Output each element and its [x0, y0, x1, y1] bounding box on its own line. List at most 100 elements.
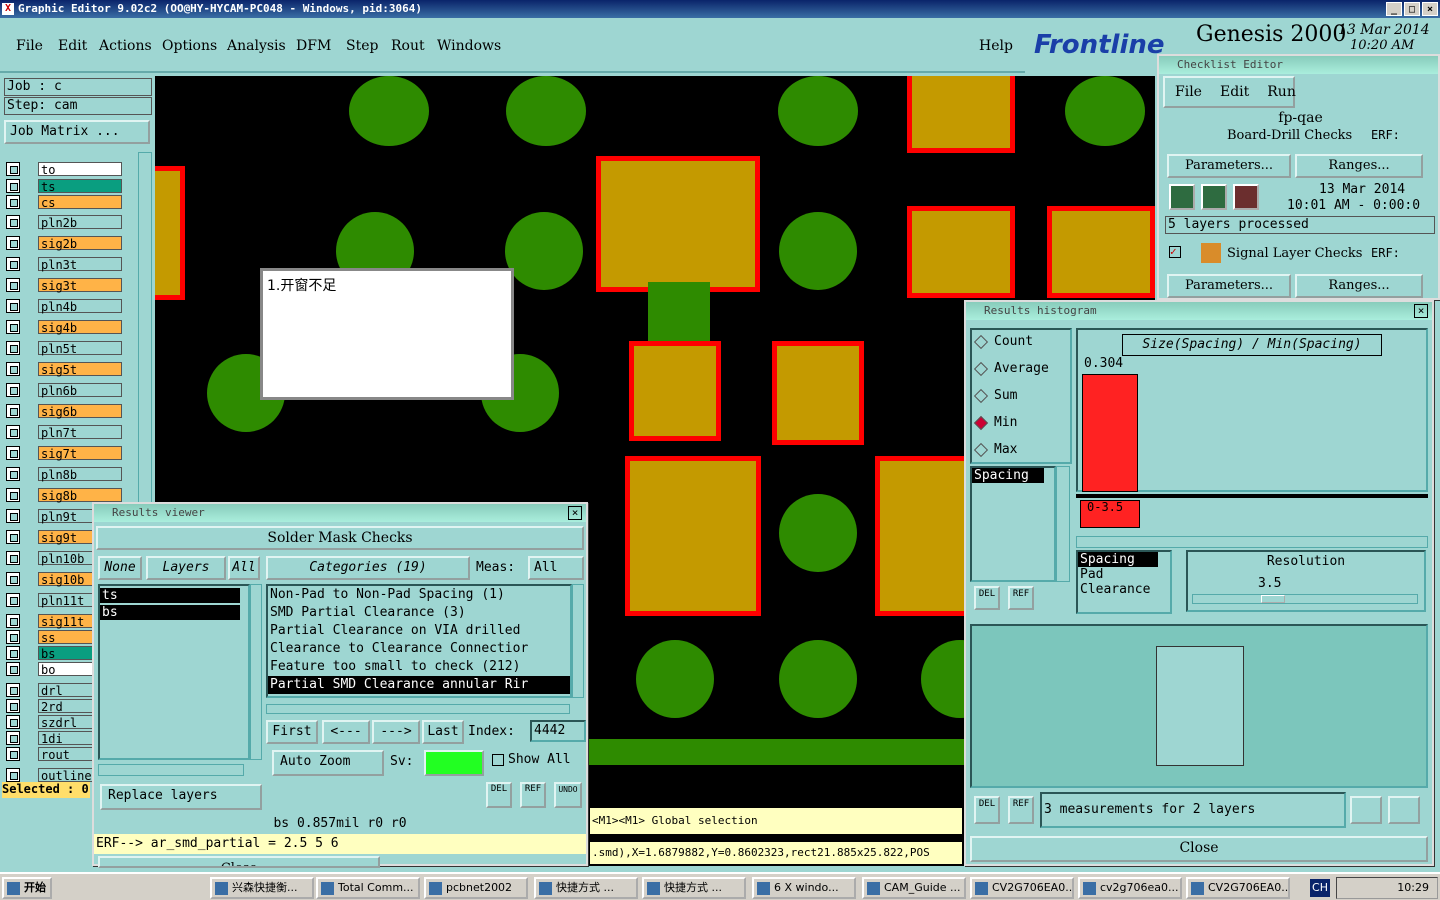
layer-row-pln4b[interactable]: pln4b [6, 298, 122, 314]
checklist-menu-run[interactable]: Run [1267, 84, 1296, 100]
layer-checkbox[interactable] [6, 768, 20, 782]
layer-name[interactable]: sig2b [38, 236, 122, 251]
stat-option-min[interactable]: Min [973, 415, 1017, 430]
layer-name[interactable]: pln2b [38, 215, 122, 230]
layer-checkbox[interactable] [6, 446, 20, 460]
results-close-button[interactable]: Close [98, 856, 380, 868]
layer-checkbox[interactable] [6, 614, 20, 628]
layer-name[interactable]: pln8b [38, 467, 122, 482]
category-hscroll[interactable] [266, 704, 570, 714]
taskbar-item[interactable]: CV2G706EA0... [1186, 877, 1290, 899]
category-item[interactable]: SMD Partial Clearance (3) [268, 604, 570, 622]
radio-icon[interactable] [973, 388, 989, 403]
layer-list-hscroll[interactable] [98, 764, 244, 776]
layer-name[interactable]: sig5t [38, 362, 122, 377]
layer-name[interactable]: sig7t [38, 446, 122, 461]
layer-name[interactable]: pln3t [38, 257, 122, 272]
last-button[interactable]: Last [422, 720, 464, 744]
category-item[interactable]: Feature too small to check (212) [268, 658, 570, 676]
radio-icon[interactable] [973, 442, 989, 457]
language-indicator[interactable]: CH [1310, 879, 1330, 897]
preview-area[interactable] [970, 624, 1428, 788]
taskbar-item[interactable]: 快捷方式 ... [642, 877, 746, 899]
radio-icon[interactable] [973, 415, 989, 430]
stat-option-average[interactable]: Average [973, 361, 1049, 376]
layer-checkbox[interactable] [6, 593, 20, 607]
sv-color-dropdown[interactable] [424, 750, 484, 776]
show-all-checkbox[interactable] [492, 754, 504, 766]
taskbar-item[interactable]: cv2g706ea0... [1078, 877, 1182, 899]
layer-name[interactable]: ts [38, 179, 122, 194]
layer-row-pln6b[interactable]: pln6b [6, 382, 122, 398]
layers-button[interactable]: Layers [146, 556, 226, 580]
category-list[interactable]: Non-Pad to Non-Pad Spacing (1) SMD Partia… [266, 584, 572, 698]
menu-windows[interactable]: Windows [437, 38, 501, 54]
layer-checkbox[interactable] [6, 488, 20, 502]
layer-name[interactable]: pln6b [38, 383, 122, 398]
layer-checkbox[interactable] [6, 299, 20, 313]
histogram-ref-button-2[interactable]: REF [1008, 796, 1034, 824]
index-field[interactable]: 4442 [530, 720, 586, 742]
layer-row-sig4b[interactable]: sig4b [6, 319, 122, 335]
histogram-del-button[interactable]: DEL [974, 586, 1000, 610]
export-icon-1[interactable] [1350, 796, 1382, 824]
layer-name[interactable]: to [38, 162, 122, 177]
histogram-list-1-scroll[interactable] [1056, 466, 1070, 582]
layer-name[interactable]: sig4b [38, 320, 122, 335]
layer-row-sig2b[interactable]: sig2b [6, 235, 122, 251]
result-layer-ts[interactable]: ts [100, 588, 240, 603]
layer-name[interactable]: sig8b [38, 488, 122, 503]
start-button[interactable]: 开始 [2, 877, 52, 899]
result-layer-bs[interactable]: bs [100, 605, 240, 620]
layer-checkbox[interactable] [6, 551, 20, 565]
layer-checkbox[interactable] [6, 404, 20, 418]
menu-file[interactable]: File [16, 38, 43, 54]
auto-zoom-dropdown[interactable]: Auto Zoom [272, 750, 384, 776]
layer-checkbox[interactable] [6, 747, 20, 761]
results-layer-list[interactable]: ts bs [98, 584, 250, 760]
layer-row-sig5t[interactable]: sig5t [6, 361, 122, 377]
layer-name[interactable]: pln5t [38, 341, 122, 356]
layer-row-cs[interactable]: cs [6, 194, 122, 210]
maximize-button[interactable]: □ [1404, 2, 1420, 16]
layer-checkbox[interactable] [6, 383, 20, 397]
ranges-button-1[interactable]: Ranges... [1295, 154, 1423, 178]
run-icon-2[interactable] [1201, 184, 1227, 210]
first-button[interactable]: First [266, 720, 318, 744]
checklist-menu-file[interactable]: File [1175, 84, 1202, 100]
layer-list-scroll[interactable] [250, 584, 262, 760]
checklist-menu-edit[interactable]: Edit [1220, 84, 1249, 100]
stat-option-sum[interactable]: Sum [973, 388, 1017, 403]
histogram-ref-button[interactable]: REF [1008, 586, 1034, 610]
results-del-button[interactable]: DEL [486, 782, 512, 808]
layer-row-pln5t[interactable]: pln5t [6, 340, 122, 356]
category-item[interactable]: Clearance to Clearance Connectior [268, 640, 570, 658]
layer-checkbox[interactable] [6, 699, 20, 713]
layer-name[interactable]: sig3t [38, 278, 122, 293]
layer-checkbox[interactable] [6, 715, 20, 729]
minimize-button[interactable]: _ [1386, 2, 1402, 16]
layer-checkbox[interactable] [6, 509, 20, 523]
histogram-list-2-item-1[interactable]: Spacing [1078, 552, 1158, 567]
layer-checkbox[interactable] [6, 425, 20, 439]
menu-actions[interactable]: Actions [99, 38, 152, 54]
category-item[interactable]: Partial Clearance on VIA drilled [268, 622, 570, 640]
taskbar-item[interactable]: 快捷方式 ... [534, 877, 638, 899]
layer-row-pln2b[interactable]: pln2b [6, 214, 122, 230]
ranges-button-2[interactable]: Ranges... [1295, 274, 1423, 298]
category-item[interactable]: Non-Pad to Non-Pad Spacing (1) [268, 586, 570, 604]
taskbar-item[interactable]: pcbnet2002 [424, 877, 528, 899]
replace-layers-dropdown[interactable]: Replace layers [100, 784, 262, 810]
layer-row-pln8b[interactable]: pln8b [6, 466, 122, 482]
taskbar-item[interactable]: CAM_Guide ... [862, 877, 966, 899]
menu-edit[interactable]: Edit [58, 38, 87, 54]
category-item[interactable]: Partial SMD Clearance annular Rir [268, 676, 570, 694]
close-button[interactable]: × [1422, 2, 1438, 16]
layer-row-ts[interactable]: ts [6, 178, 122, 194]
histogram-bar[interactable] [1082, 374, 1138, 492]
run-icon-3[interactable] [1233, 184, 1259, 210]
layer-name[interactable]: pln4b [38, 299, 122, 314]
layer-checkbox[interactable] [6, 320, 20, 334]
next-button[interactable]: ---> [372, 720, 420, 744]
layer-name[interactable]: sig6b [38, 404, 122, 419]
